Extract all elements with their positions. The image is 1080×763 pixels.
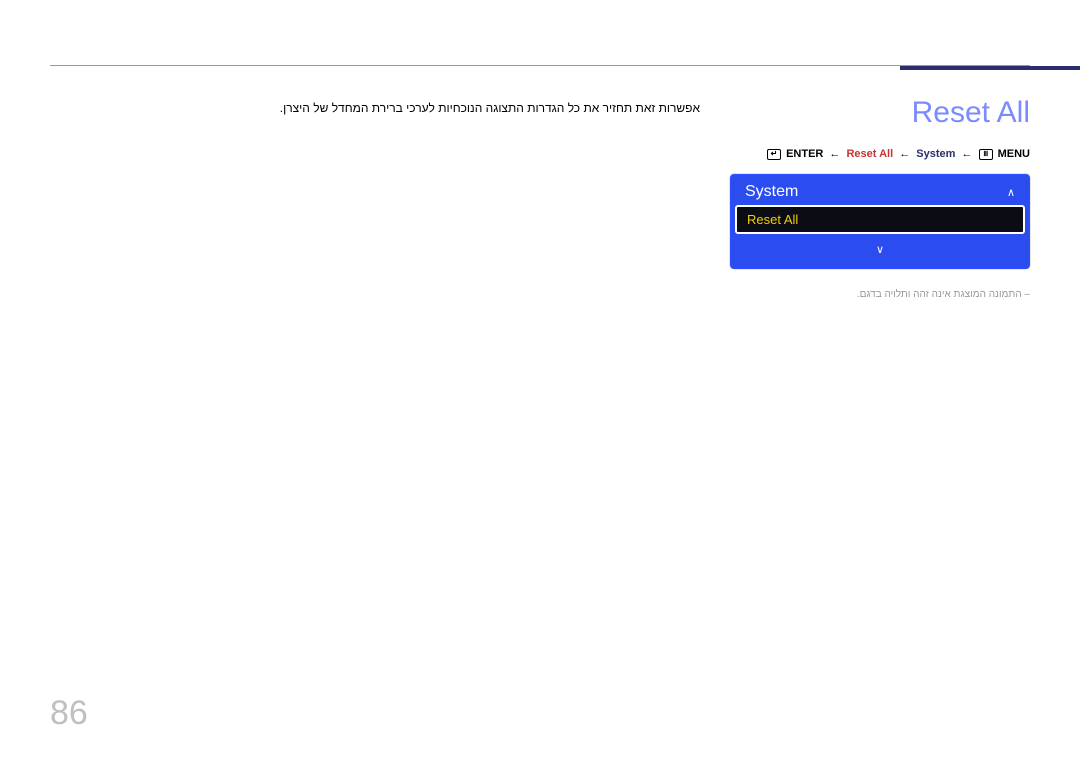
menu-item-reset-all[interactable]: Reset All	[735, 205, 1025, 234]
menu-icon: Ⅲ	[979, 149, 993, 160]
caption-dash: –	[1022, 289, 1030, 300]
breadcrumb-item-system: System	[916, 148, 955, 160]
on-screen-menu: System ∧ Reset All ∨	[730, 174, 1030, 269]
arrow-icon: ←	[961, 148, 972, 160]
description-text: אפשרות זאת תחזיר את כל הגדרות התצוגה הנו…	[50, 101, 700, 115]
breadcrumb-item-reset-all: Reset All	[846, 148, 893, 160]
page-title: Reset All	[730, 96, 1030, 130]
caption-text: התמונה המוצגת אינה זהה ותלויה בדגם.	[857, 289, 1022, 300]
chevron-down-icon[interactable]: ∨	[876, 244, 884, 256]
menu-header-label: System	[745, 183, 798, 201]
right-column: Reset All ↵ ENTER ← Reset All ← System ←…	[730, 96, 1030, 300]
chevron-up-icon[interactable]: ∧	[1007, 186, 1015, 199]
menu-header-row: System ∧	[731, 175, 1029, 205]
content-row: Reset All ↵ ENTER ← Reset All ← System ←…	[50, 96, 1030, 300]
enter-icon: ↵	[767, 149, 781, 160]
arrow-icon: ←	[829, 148, 840, 160]
menu-footer-row: ∨	[731, 234, 1029, 268]
top-divider	[50, 65, 1030, 66]
breadcrumb: ↵ ENTER ← Reset All ← System ← Ⅲ MENU	[730, 148, 1030, 160]
page-number: 86	[50, 694, 88, 733]
top-accent-bar	[900, 66, 1080, 70]
left-column: אפשרות זאת תחזיר את כל הגדרות התצוגה הנו…	[50, 96, 700, 300]
arrow-icon: ←	[899, 148, 910, 160]
manual-page: Reset All ↵ ENTER ← Reset All ← System ←…	[0, 0, 1080, 763]
breadcrumb-menu-label: MENU	[998, 148, 1030, 160]
image-caption: – התמונה המוצגת אינה זהה ותלויה בדגם.	[730, 289, 1030, 300]
breadcrumb-enter-label: ENTER	[786, 148, 823, 160]
